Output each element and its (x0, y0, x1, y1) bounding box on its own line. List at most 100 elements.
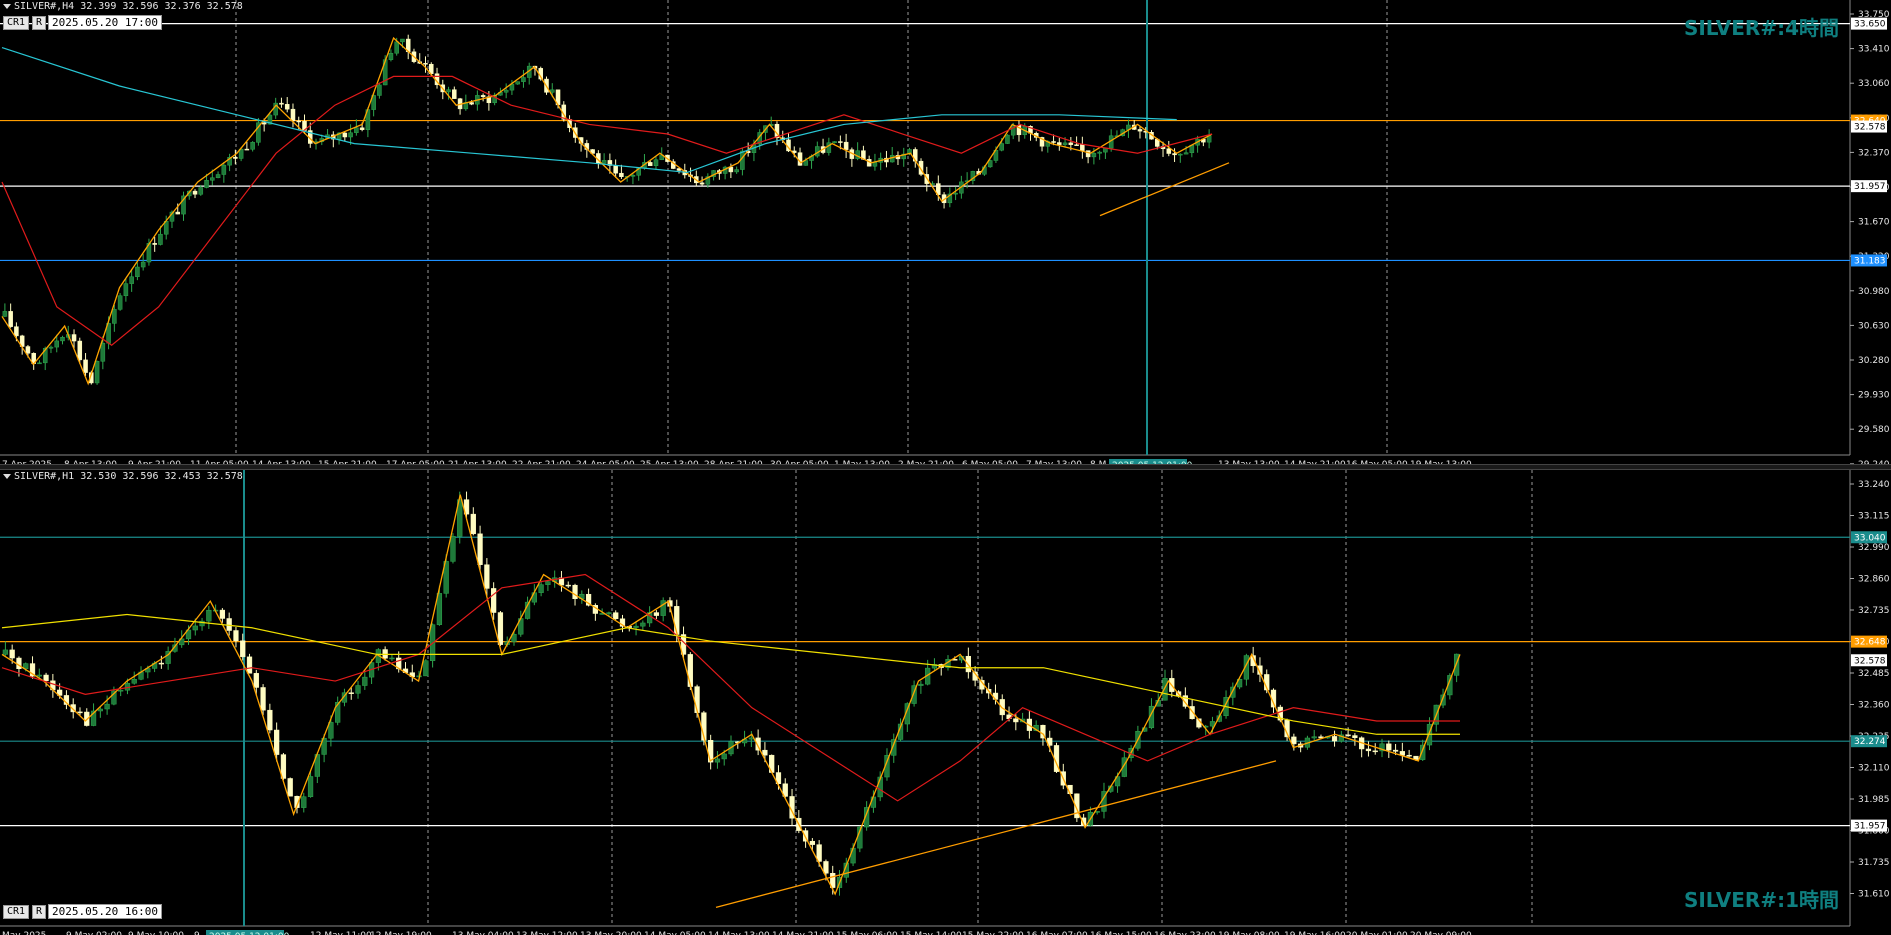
h4-candle-body (158, 233, 163, 245)
h4-candle-body (1097, 151, 1102, 154)
h1-candle-body (1386, 743, 1392, 751)
h4-chart-header: SILVER#,H4 32.399 32.596 32.376 32.578 (3, 1, 243, 12)
h1-candle-body (470, 513, 476, 535)
h1-candle-body (274, 729, 280, 755)
h4-candle-body (129, 276, 134, 284)
h1-hline-label-2: 32.274 (1854, 737, 1886, 747)
h4-candle-body (734, 169, 739, 173)
h1-cr-button[interactable]: CR1 (3, 905, 30, 919)
h1-candle-body (16, 657, 22, 670)
h1-xtick-label-6: 12 May 19:00 (370, 931, 432, 935)
h1-candle-body (97, 708, 103, 712)
h1-xtick-label-13: 15 May 06:00 (836, 931, 898, 935)
h4-candle-body (123, 283, 129, 296)
h4-candle-body (100, 342, 106, 362)
h1-ytick-label-3: 32.860 (1858, 575, 1890, 585)
h4-chart-pane[interactable]: 33.75033.41033.06032.71032.37032.02031.6… (0, 0, 1891, 464)
h1-ytick-label-12: 31.735 (1858, 858, 1890, 868)
h1-candle-body (1372, 750, 1378, 753)
h4-candle-body (1062, 142, 1068, 145)
h1-candle-body (1331, 736, 1338, 742)
h4-candle-body (261, 122, 267, 125)
h1-candle-body (36, 674, 42, 677)
h4-candle-body (613, 165, 618, 174)
h1-candle-body (307, 776, 314, 797)
h4-candle-body (71, 334, 77, 342)
h4-candle-body (140, 261, 146, 268)
h4-candle-body (354, 127, 359, 133)
h4-candle-body (48, 346, 54, 349)
chevron-down-icon[interactable] (3, 3, 11, 9)
h4-candle-body (279, 102, 284, 105)
h1-xtick-label-18: 16 May 23:00 (1154, 931, 1216, 935)
h1-candle-body (1352, 735, 1358, 738)
h1-candle-body (118, 689, 124, 692)
h1-candle-body (267, 709, 273, 731)
h4-ytick-label-8: 30.980 (1858, 287, 1890, 297)
h1-candle-body (572, 584, 578, 599)
h4-candle-body (377, 84, 382, 96)
h4-candle-body (8, 311, 13, 327)
h1-candle-body (233, 630, 239, 642)
h4-watermark: SILVER#:4時間 (1683, 16, 1839, 40)
h1-chart-header: SILVER#,H1 32.530 32.596 32.453 32.578 (3, 471, 243, 482)
h1-candle-body (1013, 718, 1019, 723)
h4-candle-body (54, 340, 60, 348)
h4-candle-body (2, 311, 8, 317)
h1-xtick-label-14: 15 May 14:00 (900, 931, 962, 935)
h4-candle-body (515, 81, 520, 85)
h4-candle-body (480, 95, 486, 97)
h4-candle-body (630, 175, 636, 177)
h4-candle-body (284, 104, 290, 110)
h4-candle-body (469, 102, 474, 105)
h4-candle-body (296, 120, 302, 123)
h1-candle-body (565, 584, 571, 587)
h4-candle-body (1051, 141, 1056, 143)
h1-hline-label-3: 31.957 (1854, 822, 1886, 832)
h1-candle-body (1406, 754, 1412, 757)
h4-candle-body (204, 180, 209, 188)
h1-candle-body (748, 737, 754, 740)
h1-chart-canvas[interactable]: 33.24033.11532.99032.86032.73532.61032.4… (0, 470, 1891, 935)
h1-symbol-ohlc: SILVER#,H1 32.530 32.596 32.453 32.578 (14, 471, 243, 482)
h1-xtick-label-22: 20 May 09:00 (1410, 931, 1472, 935)
h1-candle-body (287, 778, 293, 797)
h1-chart-pane[interactable]: 33.24033.11532.99032.86032.73532.61032.4… (0, 470, 1891, 935)
h4-candle-body (83, 359, 88, 373)
h1-xtick-label-2: 9 May 10:00 (128, 931, 184, 935)
h4-candle-body (1005, 134, 1010, 144)
h1-candle-body (1345, 734, 1351, 737)
h4-candle-body (400, 38, 405, 43)
h4-candle-body (233, 157, 238, 159)
h4-candle-body (1080, 144, 1085, 151)
h1-candle-body (301, 796, 307, 808)
h4-ytick-label-1: 33.410 (1858, 45, 1890, 55)
h4-candle-body (423, 63, 428, 65)
chevron-down-icon[interactable] (3, 473, 11, 479)
h4-candle-body (135, 266, 140, 278)
h4-chart-canvas[interactable]: 33.75033.41033.06032.71032.37032.02031.6… (0, 0, 1891, 464)
h4-candle-body (388, 52, 394, 60)
h4-candle-body (521, 77, 526, 82)
h4-hline-label-3: 31.183 (1854, 256, 1886, 266)
h1-xtick-label-12: 14 May 21:00 (772, 931, 834, 935)
h4-candle-body (394, 41, 399, 54)
h4-candle-body (117, 295, 123, 310)
h4-r-button[interactable]: R (32, 16, 47, 30)
h1-ytick-label-6: 32.485 (1858, 669, 1890, 679)
h1-r-button[interactable]: R (32, 905, 47, 919)
h4-date-box: 2025.05.20 17:00 (48, 15, 162, 30)
h4-candle-body (1091, 153, 1097, 158)
h1-candle-body (104, 703, 110, 710)
h4-candle-body (14, 326, 19, 337)
h4-candle-body (192, 190, 198, 195)
h4-cr-button[interactable]: CR1 (3, 16, 30, 30)
h1-candle-body (538, 584, 544, 593)
h1-hline-label-0: 33.040 (1854, 533, 1886, 543)
h1-xtick-label-21: 20 May 01:00 (1346, 931, 1408, 935)
h1-candle-body (606, 612, 612, 614)
h1-ytick-label-2: 32.990 (1858, 543, 1890, 553)
h4-ytick-label-6: 31.670 (1858, 218, 1890, 228)
h4-ytick-label-2: 33.060 (1858, 79, 1890, 89)
h1-candle-body (497, 612, 504, 645)
